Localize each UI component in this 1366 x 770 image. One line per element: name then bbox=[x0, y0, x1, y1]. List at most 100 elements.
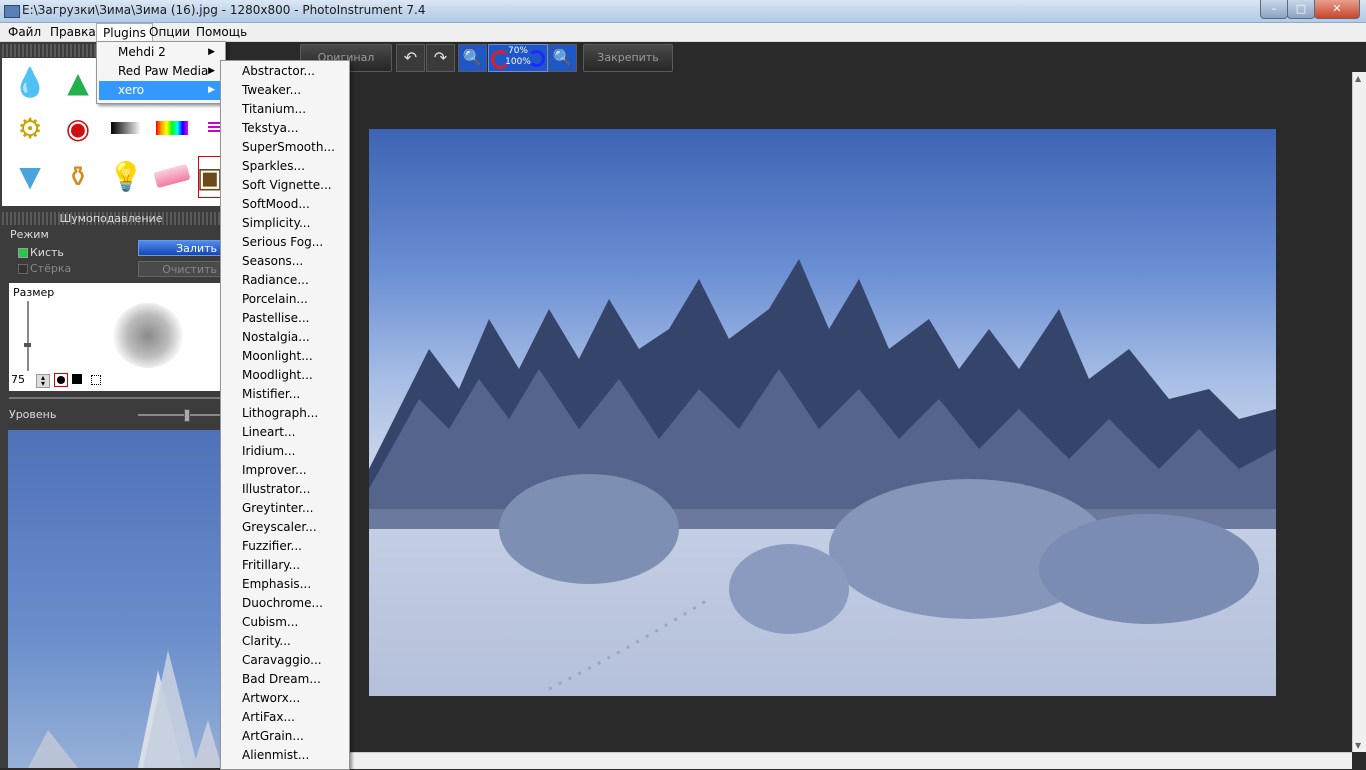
zoom-toggle-button[interactable]: 70% 100% bbox=[488, 44, 548, 72]
submenu-arrow-icon: ▶ bbox=[208, 66, 215, 76]
size-label: Размер bbox=[13, 286, 55, 299]
xero-item[interactable]: Artworx... bbox=[223, 689, 345, 708]
maximize-button[interactable]: □ bbox=[1287, 0, 1315, 19]
xero-item[interactable]: Emphasis... bbox=[223, 575, 345, 594]
hard-brush-button[interactable] bbox=[72, 374, 82, 384]
xero-item[interactable]: Bad Dream... bbox=[223, 670, 345, 689]
menu-file[interactable]: Файл bbox=[2, 23, 47, 41]
pin-button[interactable]: Закрепить bbox=[583, 44, 673, 72]
clone-stamp-icon[interactable]: ⚙ bbox=[10, 108, 50, 148]
left-panel: 💧 ▲ ⚙ ◉ ▼ ⚱ 💡 ▣ Шумоподавление Режим Кис… bbox=[0, 42, 228, 768]
gradient-icon[interactable] bbox=[106, 108, 146, 148]
cone-icon[interactable]: ▲ bbox=[58, 62, 98, 102]
eraser-checkbox[interactable] bbox=[18, 264, 28, 274]
xero-item[interactable]: Soft Vignette... bbox=[223, 176, 345, 195]
xero-item[interactable]: Tweaker... bbox=[223, 81, 345, 100]
xero-item[interactable]: ArtiFax... bbox=[223, 708, 345, 727]
horizontal-scrollbar[interactable] bbox=[349, 752, 1352, 769]
zoom-out-icon[interactable]: 🔍 bbox=[458, 44, 487, 72]
xero-item[interactable]: Sparkles... bbox=[223, 157, 345, 176]
undo-icon[interactable]: ↶ bbox=[396, 44, 425, 72]
size-slider-track[interactable] bbox=[27, 301, 29, 371]
size-spinner[interactable]: ▴ ▾ bbox=[36, 374, 50, 388]
xero-item[interactable]: Iridium... bbox=[223, 442, 345, 461]
scroll-up-icon[interactable]: ▲ bbox=[1355, 74, 1361, 83]
xero-item[interactable]: Tekstya... bbox=[223, 119, 345, 138]
xero-item[interactable]: Moodlight... bbox=[223, 366, 345, 385]
vertical-scrollbar[interactable]: ▲ ▼ bbox=[1352, 72, 1366, 752]
xero-item[interactable]: Fuzzifier... bbox=[223, 537, 345, 556]
color-bars-icon[interactable] bbox=[152, 108, 192, 148]
xero-item[interactable]: Lineart... bbox=[223, 423, 345, 442]
xero-item[interactable]: Improver... bbox=[223, 461, 345, 480]
plugins-item-red-paw-media[interactable]: Red Paw Media ▶ bbox=[99, 62, 221, 81]
xero-item[interactable]: Serious Fog... bbox=[223, 233, 345, 252]
brush-preview bbox=[113, 303, 183, 368]
soft-brush-button[interactable] bbox=[54, 373, 68, 387]
xero-item[interactable]: Porcelain... bbox=[223, 290, 345, 309]
bulb-icon[interactable]: 💡 bbox=[106, 156, 146, 196]
plugins-item-xero[interactable]: xero ▶ bbox=[99, 81, 221, 100]
redo-icon[interactable]: ↷ bbox=[426, 44, 455, 72]
xero-item[interactable]: Mistifier... bbox=[223, 385, 345, 404]
brush-checkbox[interactable] bbox=[18, 248, 28, 258]
xero-item[interactable]: Moonlight... bbox=[223, 347, 345, 366]
xero-item[interactable]: Titanium... bbox=[223, 100, 345, 119]
fill-button[interactable]: Залить bbox=[138, 240, 222, 256]
xero-item[interactable]: Simplicity... bbox=[223, 214, 345, 233]
eraser-label: Стёрка bbox=[30, 262, 72, 275]
eye-icon[interactable]: ◉ bbox=[58, 108, 98, 148]
frame-icon[interactable]: ▣ bbox=[197, 156, 223, 198]
eraser-icon[interactable] bbox=[152, 156, 192, 196]
submenu-arrow-icon: ▶ bbox=[208, 85, 215, 95]
menu-help[interactable]: Помощь bbox=[190, 23, 253, 41]
app-icon bbox=[4, 5, 20, 18]
xero-item[interactable]: Seasons... bbox=[223, 252, 345, 271]
menu-options[interactable]: Опции bbox=[143, 23, 196, 41]
plugins-item-label: xero bbox=[118, 83, 145, 97]
xero-item[interactable]: Alienmist... bbox=[223, 746, 345, 765]
xero-item[interactable]: Caravaggio... bbox=[223, 651, 345, 670]
xero-item[interactable]: ArtGrain... bbox=[223, 727, 345, 746]
brush-icon[interactable]: ▼ bbox=[10, 156, 50, 196]
winter-forest-graphic bbox=[369, 259, 1276, 696]
xero-item[interactable]: Nostalgia... bbox=[223, 328, 345, 347]
xero-item[interactable]: Cubism... bbox=[223, 613, 345, 632]
selection-brush-button[interactable] bbox=[91, 375, 101, 385]
panel-divider bbox=[9, 397, 220, 399]
perfume-icon[interactable]: ⚱ bbox=[58, 156, 98, 196]
zoom-in-icon[interactable]: 🔍 bbox=[548, 44, 577, 72]
window-title: E:\Загрузки\Зима\Зима (16).jpg - 1280x80… bbox=[22, 3, 426, 17]
scroll-down-icon[interactable]: ▼ bbox=[1355, 741, 1361, 750]
xero-item[interactable]: Duochrome... bbox=[223, 594, 345, 613]
plugins-item-label: Mehdi 2 bbox=[118, 45, 166, 59]
plugins-item-mehdi[interactable]: Mehdi 2 ▶ bbox=[99, 43, 221, 62]
xero-item[interactable]: Fritillary... bbox=[223, 556, 345, 575]
level-slider-thumb[interactable] bbox=[184, 409, 190, 422]
xero-item[interactable]: Clarity... bbox=[223, 632, 345, 651]
zoom-ring-blue-icon bbox=[528, 50, 545, 67]
xero-item[interactable]: Pastellise... bbox=[223, 309, 345, 328]
level-slider[interactable] bbox=[138, 409, 222, 422]
xero-item[interactable]: Greytinter... bbox=[223, 499, 345, 518]
clear-button[interactable]: Очистить bbox=[138, 261, 222, 277]
brush-settings-box: Размер 75 ▴ ▾ bbox=[9, 283, 220, 391]
xero-item[interactable]: Lithograph... bbox=[223, 404, 345, 423]
menu-edit[interactable]: Правка bbox=[44, 23, 102, 41]
close-button[interactable]: ✕ bbox=[1314, 0, 1360, 19]
xero-item[interactable]: Abstractor... bbox=[223, 62, 345, 81]
size-slider-thumb[interactable] bbox=[24, 343, 31, 347]
xero-item[interactable]: Illustrator... bbox=[223, 480, 345, 499]
minimize-button[interactable]: – bbox=[1260, 0, 1288, 19]
noise-panel-header: Шумоподавление bbox=[2, 212, 220, 225]
drop-icon[interactable]: 💧 bbox=[10, 62, 50, 102]
plugins-item-label: Red Paw Media bbox=[118, 64, 209, 78]
xero-item[interactable]: SuperSmooth... bbox=[223, 138, 345, 157]
size-value[interactable]: 75 bbox=[11, 373, 33, 387]
preview-thumbnail bbox=[8, 430, 222, 768]
xero-item[interactable]: Radiance... bbox=[223, 271, 345, 290]
xero-item[interactable]: SoftMood... bbox=[223, 195, 345, 214]
title-bar: E:\Загрузки\Зима\Зима (16).jpg - 1280x80… bbox=[0, 0, 1366, 23]
xero-item[interactable]: Greyscaler... bbox=[223, 518, 345, 537]
main-image-canvas[interactable] bbox=[369, 129, 1276, 696]
